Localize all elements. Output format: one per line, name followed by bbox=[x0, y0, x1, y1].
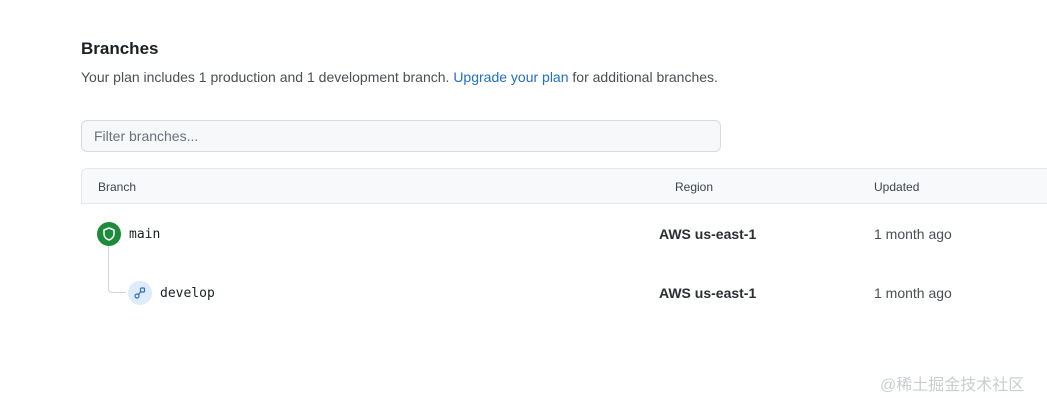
column-header-branch[interactable]: Branch bbox=[98, 180, 136, 194]
branch-region: AWS us-east-1 bbox=[659, 285, 757, 301]
plan-description-text: Your plan includes 1 production and 1 de… bbox=[81, 69, 450, 85]
column-header-updated[interactable]: Updated bbox=[874, 180, 919, 194]
branch-updated: 1 month ago bbox=[874, 285, 952, 301]
column-header-region[interactable]: Region bbox=[675, 180, 713, 194]
table-row-main[interactable]: main AWS us-east-1 1 month ago bbox=[81, 219, 1047, 249]
branch-name[interactable]: main bbox=[129, 227, 160, 242]
plan-description-suffix: for additional branches. bbox=[572, 69, 718, 85]
branch-name[interactable]: develop bbox=[160, 286, 215, 301]
shield-icon bbox=[97, 222, 121, 246]
upgrade-plan-link[interactable]: Upgrade your plan bbox=[453, 69, 568, 85]
branches-page: Branches Your plan includes 1 production… bbox=[0, 0, 1047, 398]
branch-updated: 1 month ago bbox=[874, 226, 952, 242]
page-title: Branches bbox=[81, 39, 159, 58]
branch-region: AWS us-east-1 bbox=[659, 226, 757, 242]
table-header: Branch Region Updated bbox=[81, 168, 1047, 204]
filter-branches-input[interactable] bbox=[81, 120, 721, 152]
table-row-develop[interactable]: develop AWS us-east-1 1 month ago bbox=[81, 278, 1047, 308]
branch-icon bbox=[128, 281, 152, 305]
watermark: @稀土掘金技术社区 bbox=[880, 377, 1025, 394]
plan-description: Your plan includes 1 production and 1 de… bbox=[81, 69, 718, 85]
